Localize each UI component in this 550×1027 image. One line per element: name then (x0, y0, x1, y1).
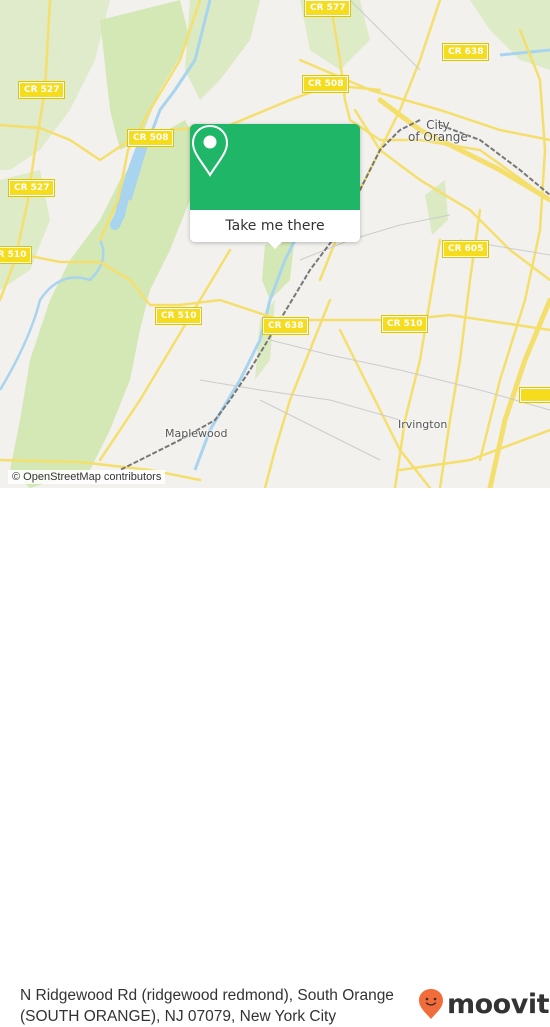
road-shield-cr638: CR 638 (261, 317, 310, 335)
road-shield-cr527: CR 527 (17, 81, 66, 99)
road-shield-cr508: CR 508 (301, 75, 350, 93)
moovit-wordmark: moovit (447, 988, 550, 1020)
place-label-irvington: Irvington (398, 418, 448, 431)
address-text: N Ridgewood Rd (ridgewood redmond), Sout… (20, 987, 394, 1025)
popup-tail (267, 241, 283, 249)
moovit-logo[interactable]: moovit (418, 988, 550, 1020)
place-label-maplewood: Maplewood (165, 427, 228, 440)
road-shield-cr527: CR 527 (7, 179, 56, 197)
road-shield-cr508: CR 508 (126, 129, 175, 147)
road-shield-cr510: CR 510 (0, 246, 33, 264)
footer: N Ridgewood Rd (ridgewood redmond), Sout… (0, 488, 550, 1025)
road-shield-cr577: CR 577 (303, 0, 352, 17)
road-shield-cr510: CR 510 (380, 315, 429, 333)
map[interactable]: CR 577 CR 638 CR 527 CR 508 CR 508 CR 52… (0, 0, 550, 488)
take-me-there-button[interactable]: Take me there (190, 210, 360, 242)
location-popup: Take me there (190, 124, 360, 249)
map-pin-icon (191, 124, 229, 177)
place-label-city-of-orange: City of Orange (408, 119, 468, 143)
road-shield-partial (519, 387, 550, 403)
map-attribution[interactable]: © OpenStreetMap contributors (8, 470, 166, 484)
road-shield-cr605: CR 605 (441, 240, 490, 258)
popup-header (190, 124, 360, 210)
road-shield-cr638: CR 638 (441, 43, 490, 61)
road-shield-cr510: CR 510 (154, 307, 203, 325)
place-label-line: of Orange (408, 130, 468, 144)
moovit-pin-icon (419, 989, 443, 1019)
